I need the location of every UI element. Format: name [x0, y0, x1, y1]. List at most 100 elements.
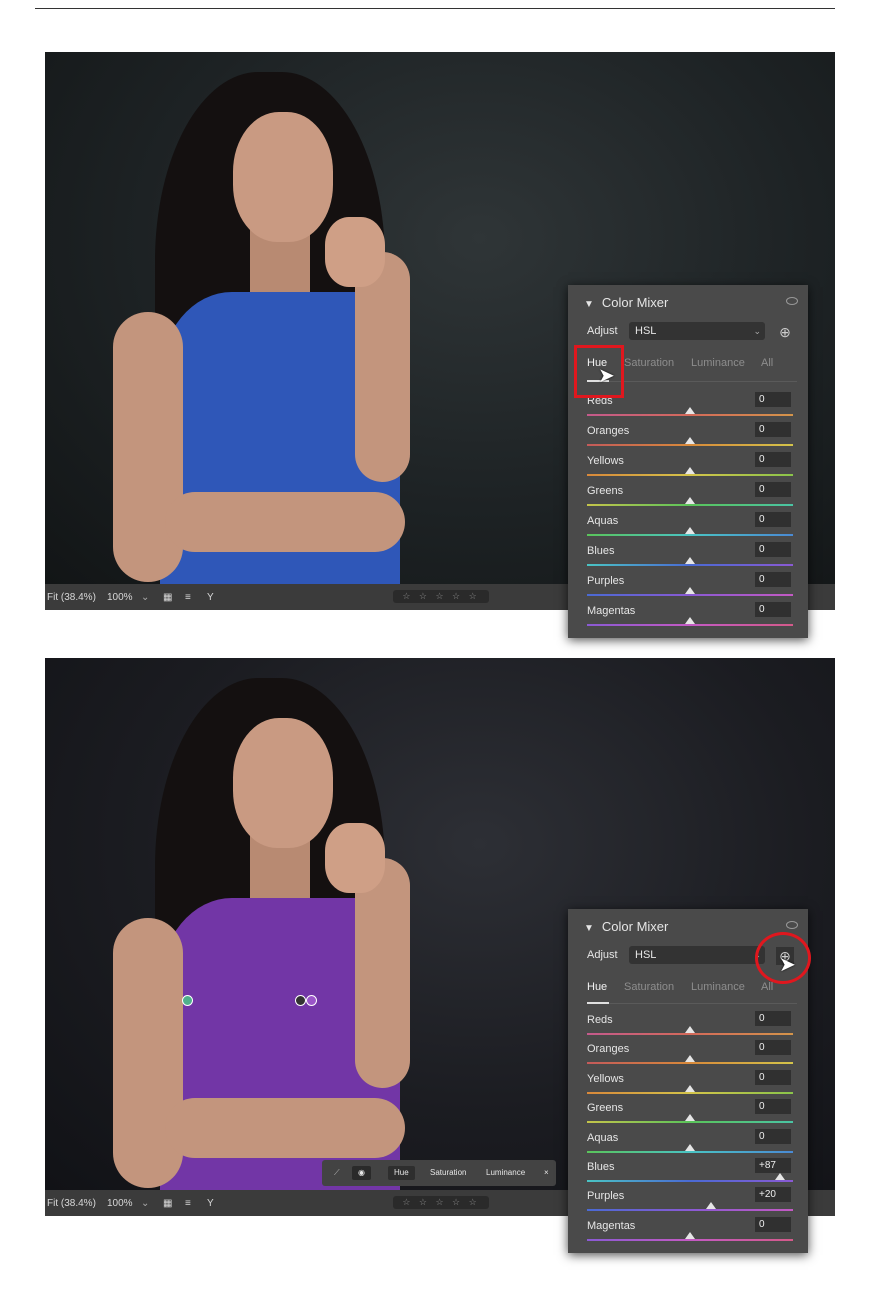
face: [233, 112, 333, 242]
slider-value-field[interactable]: 0: [755, 1040, 791, 1056]
toolbar-luminance-button[interactable]: Luminance: [480, 1166, 531, 1180]
targeted-adjustment-tool-icon[interactable]: ⊕: [776, 323, 794, 341]
folded-forearm: [165, 492, 405, 552]
tab-saturation[interactable]: Saturation: [624, 357, 674, 369]
slider-track[interactable]: [587, 1150, 793, 1153]
slider-value-field[interactable]: 0: [755, 422, 791, 437]
color-wheel-icon[interactable]: ◉: [352, 1166, 371, 1180]
color-sample-pin[interactable]: [306, 995, 317, 1006]
slider-value-field[interactable]: 0: [755, 572, 791, 587]
slider-value-field[interactable]: 0: [755, 1099, 791, 1115]
slider-thumb[interactable]: [685, 587, 695, 594]
slider-label: Purples: [587, 1190, 625, 1203]
slider-track[interactable]: [587, 444, 793, 446]
slider-thumb[interactable]: [685, 1231, 695, 1239]
slider-row-reds: Reds 0: [587, 392, 797, 425]
slider-label: Yellows: [587, 1072, 624, 1085]
slider-row-greens: Greens 0: [587, 482, 797, 515]
eye-icon[interactable]: [786, 297, 798, 305]
slider-value-field[interactable]: +20: [755, 1187, 791, 1203]
slider-label: Purples: [587, 575, 625, 587]
tab-all[interactable]: All: [761, 357, 773, 369]
chevron-down-icon[interactable]: ⌄: [141, 592, 149, 603]
slider-track[interactable]: [587, 624, 793, 626]
filter-icon[interactable]: Y: [207, 1198, 214, 1209]
slider-thumb[interactable]: [774, 1173, 785, 1180]
tab-hue[interactable]: Hue: [587, 981, 607, 993]
slider-value-field[interactable]: 0: [755, 1128, 791, 1144]
panel-header[interactable]: ▼ Color Mixer: [584, 295, 668, 310]
slider-thumb[interactable]: [705, 1202, 716, 1210]
tab-luminance[interactable]: Luminance: [691, 357, 745, 369]
filmstrip-icon[interactable]: ▦: [163, 592, 172, 603]
slider-value-field[interactable]: 0: [755, 1216, 791, 1232]
slider-value-field[interactable]: 0: [755, 602, 791, 617]
slider-thumb[interactable]: [685, 497, 695, 504]
slider-thumb[interactable]: [685, 1084, 695, 1092]
slider-track[interactable]: [587, 1033, 793, 1035]
slider-thumb[interactable]: [685, 1143, 695, 1151]
filmstrip-icon[interactable]: ▦: [163, 1198, 172, 1209]
slider-track[interactable]: [587, 1062, 793, 1065]
panel-header[interactable]: ▼ Color Mixer: [584, 919, 668, 934]
slider-value-field[interactable]: 0: [755, 512, 791, 527]
color-sample-pin[interactable]: [182, 995, 193, 1006]
curve-icon[interactable]: ⟋: [328, 1166, 346, 1180]
slider-row-magentas: Magentas 0: [587, 602, 797, 635]
slider-value-field[interactable]: 0: [755, 1011, 791, 1026]
slider-thumb[interactable]: [685, 467, 695, 474]
tab-luminance[interactable]: Luminance: [691, 981, 745, 993]
tab-saturation[interactable]: Saturation: [624, 981, 674, 993]
toolbar-saturation-button[interactable]: Saturation: [424, 1166, 472, 1180]
toolbar-hue-button[interactable]: Hue: [388, 1166, 415, 1180]
slider-track[interactable]: [587, 1121, 793, 1124]
slider-track[interactable]: [587, 1180, 793, 1182]
adjust-select[interactable]: HSL ⌄: [629, 322, 765, 340]
slider-value-field[interactable]: 0: [755, 542, 791, 557]
slider-thumb[interactable]: [685, 557, 695, 564]
slider-thumb[interactable]: [685, 1055, 695, 1063]
sort-icon[interactable]: ≡: [185, 592, 191, 603]
chevron-down-icon[interactable]: ⌄: [141, 1198, 149, 1209]
color-mixer-panel-before: ▼ Color Mixer Adjust HSL ⌄ ⊕ Hue Saturatio…: [568, 285, 808, 638]
slider-track[interactable]: [587, 474, 793, 476]
adjust-select[interactable]: HSL ⌄: [629, 946, 765, 964]
face: [233, 718, 333, 848]
slider-label: Magentas: [587, 1219, 636, 1232]
slider-label: Reds: [587, 1014, 613, 1026]
slider-label: Blues: [587, 545, 615, 557]
adjust-label: Adjust: [587, 949, 618, 961]
slider-value-field[interactable]: 0: [755, 482, 791, 497]
sort-icon[interactable]: ≡: [185, 1198, 191, 1209]
eye-icon[interactable]: [786, 921, 798, 929]
slider-track[interactable]: [587, 1209, 793, 1212]
slider-track[interactable]: [587, 564, 793, 566]
slider-track[interactable]: [587, 1238, 793, 1241]
close-icon[interactable]: ×: [538, 1166, 555, 1180]
slider-thumb[interactable]: [685, 1026, 695, 1033]
tab-all[interactable]: All: [761, 981, 773, 993]
fit-readout[interactable]: Fit (38.4%): [47, 592, 96, 603]
zoom-readout[interactable]: 100%: [107, 592, 133, 603]
slider-value-field[interactable]: 0: [755, 452, 791, 467]
active-tab-underline: [587, 1002, 609, 1004]
zoom-readout[interactable]: 100%: [107, 1198, 133, 1209]
slider-thumb[interactable]: [685, 407, 695, 414]
slider-value-field[interactable]: +87: [755, 1158, 791, 1173]
slider-thumb[interactable]: [685, 1114, 695, 1122]
slider-track[interactable]: [587, 534, 793, 536]
slider-thumb[interactable]: [685, 527, 695, 534]
slider-thumb[interactable]: [685, 437, 695, 444]
slider-value-field[interactable]: 0: [755, 392, 791, 407]
slider-value-field[interactable]: 0: [755, 1069, 791, 1085]
rating-stars[interactable]: ☆ ☆ ☆ ☆ ☆: [393, 590, 489, 603]
color-sample-pin[interactable]: [295, 995, 306, 1006]
slider-track[interactable]: [587, 414, 793, 416]
slider-track[interactable]: [587, 504, 793, 506]
filter-icon[interactable]: Y: [207, 592, 214, 603]
rating-stars[interactable]: ☆ ☆ ☆ ☆ ☆: [393, 1196, 489, 1209]
slider-track[interactable]: [587, 1091, 793, 1094]
fit-readout[interactable]: Fit (38.4%): [47, 1198, 96, 1209]
slider-track[interactable]: [587, 594, 793, 596]
slider-thumb[interactable]: [685, 617, 695, 624]
